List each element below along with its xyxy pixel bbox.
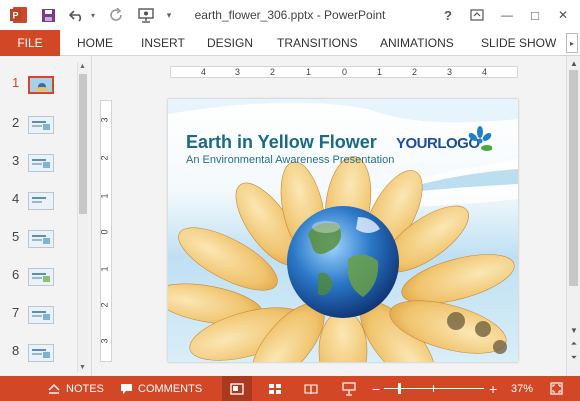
notes-label: NOTES	[66, 382, 104, 395]
scrollbar-thumb[interactable]	[569, 70, 578, 286]
slide-number: 6	[12, 267, 20, 282]
slide-number: 1	[12, 75, 20, 90]
ribbon-display-options-icon[interactable]	[466, 4, 488, 26]
slide-number: 5	[12, 229, 20, 244]
slide-thumbnail-5[interactable]	[28, 230, 54, 248]
slide-thumbnail-4[interactable]	[28, 192, 54, 210]
customize-toolbar-icon[interactable]: ▾	[162, 4, 176, 26]
slide-thumbnail-2[interactable]	[28, 116, 54, 134]
maximize-button[interactable]: □	[524, 4, 546, 26]
tab-insert[interactable]: INSERT	[141, 36, 185, 50]
slide-number: 3	[12, 153, 20, 168]
scroll-up-icon[interactable]: ▲	[79, 63, 86, 70]
zoom-slider[interactable]	[384, 376, 484, 401]
notes-icon	[48, 383, 60, 394]
ruler-label: 4	[482, 67, 488, 77]
ruler-label: 0	[99, 229, 110, 235]
ruler-label: 3	[235, 67, 241, 77]
ruler-label: 1	[377, 67, 383, 77]
scroll-up-icon[interactable]: ▲	[568, 57, 580, 69]
start-slideshow-icon[interactable]	[134, 4, 158, 26]
reading-view-icon	[304, 383, 318, 394]
tab-slide-show[interactable]: SLIDE SHOW	[481, 36, 556, 50]
zoom-out-button[interactable]: −	[372, 376, 380, 401]
tab-design[interactable]: DESIGN	[207, 36, 253, 50]
slide-sorter-icon	[269, 383, 281, 394]
ruler-label: 3	[447, 67, 453, 77]
zoom-level[interactable]: 37%	[511, 376, 533, 401]
status-bar: NOTES COMMENTS − + 37%	[0, 376, 580, 401]
help-button[interactable]: ?	[438, 4, 458, 26]
ruler-label: 1	[99, 193, 110, 199]
slide-canvas[interactable]: Earth in Yellow Flower An Environmental …	[168, 99, 518, 362]
tab-home[interactable]: HOME	[77, 36, 113, 50]
slide-thumbnail-3[interactable]	[28, 154, 54, 172]
slide-subtitle[interactable]: An Environmental Awareness Presentation	[186, 154, 394, 166]
save-icon[interactable]	[38, 4, 58, 26]
slide-show-icon	[342, 381, 356, 396]
normal-view-icon	[230, 382, 244, 395]
notes-button[interactable]: NOTES	[48, 376, 104, 401]
tab-transitions[interactable]: TRANSITIONS	[277, 36, 358, 50]
ruler-label: 0	[342, 67, 348, 77]
reading-view-button[interactable]	[300, 376, 322, 401]
close-button[interactable]: ✕	[552, 4, 574, 26]
ruler-label: 3	[99, 117, 110, 123]
slide-sorter-button[interactable]	[264, 376, 286, 401]
comments-button[interactable]: COMMENTS	[120, 376, 202, 401]
ruler-label: 4	[201, 67, 207, 77]
vertical-ruler: 3 2 1 0 1 2 3	[100, 100, 112, 362]
zoom-slider-thumb[interactable]	[397, 383, 401, 394]
fit-slide-button[interactable]	[546, 376, 566, 401]
scroll-down-icon[interactable]: ▼	[79, 364, 86, 371]
slide-number: 8	[12, 343, 20, 358]
ribbon-tabs: FILE HOME INSERT DESIGN TRANSITIONS ANIM…	[0, 30, 580, 56]
svg-text:P: P	[13, 11, 19, 21]
logo-your-text: YOUR	[396, 135, 438, 152]
ruler-label: 2	[99, 302, 110, 308]
thumbnails-scrollbar[interactable]: ▲ ▼	[77, 62, 88, 372]
normal-view-button[interactable]	[222, 376, 252, 401]
scrollbar-thumb[interactable]	[79, 74, 87, 214]
slide-thumbnails-pane: 1 2 3 4 5 6 7 8 ▲ ▼	[0, 56, 92, 376]
tab-file[interactable]: FILE	[0, 30, 60, 56]
next-slide-icon[interactable]: ⏷	[568, 352, 580, 364]
ruler-label: 2	[270, 67, 276, 77]
slide-thumbnail-7[interactable]	[28, 306, 54, 324]
logo-leaf-icon	[468, 126, 492, 151]
ruler-label: 1	[306, 67, 312, 77]
horizontal-ruler: 4 3 2 1 0 1 2 3 4	[170, 66, 518, 78]
slide-logo[interactable]: YOURLOGO	[396, 135, 480, 152]
slide-number: 4	[12, 191, 20, 206]
minimize-button[interactable]: —	[496, 4, 518, 26]
ruler-label: 2	[412, 67, 418, 77]
slide-thumbnail-1[interactable]	[28, 76, 54, 94]
slide-thumbnail-8[interactable]	[28, 344, 54, 362]
slide-show-button[interactable]	[338, 376, 360, 401]
title-bar: P ▾ ▾ earth_flower_306.pptx - PowerPoint…	[0, 0, 580, 30]
slide-thumbnail-6[interactable]	[28, 268, 54, 286]
undo-icon[interactable]	[66, 4, 88, 26]
redo-icon[interactable]	[106, 4, 126, 26]
slide-number: 2	[12, 115, 20, 130]
tab-animations[interactable]: ANIMATIONS	[380, 36, 454, 50]
slide-number: 7	[12, 305, 20, 320]
powerpoint-logo-icon: P	[8, 4, 30, 26]
earth-globe	[287, 206, 399, 318]
slide-scrollbar[interactable]: ▲ ▼ ⏶ ⏷	[566, 56, 580, 376]
undo-dropdown-icon[interactable]: ▾	[88, 4, 98, 26]
previous-slide-icon[interactable]: ⏶	[568, 338, 580, 350]
ruler-label: 2	[99, 155, 110, 161]
slide-title[interactable]: Earth in Yellow Flower	[186, 132, 377, 153]
zoom-in-button[interactable]: +	[489, 376, 497, 401]
ruler-label: 3	[99, 338, 110, 344]
ruler-label: 1	[99, 266, 110, 272]
ribbon-scroll-right-icon[interactable]: ▸	[566, 33, 578, 53]
powerpoint-window: P ▾ ▾ earth_flower_306.pptx - PowerPoint…	[0, 0, 580, 401]
comments-icon	[121, 383, 132, 394]
fit-to-window-icon	[549, 382, 563, 395]
scroll-down-icon[interactable]: ▼	[568, 324, 580, 336]
comments-label: COMMENTS	[138, 382, 203, 395]
